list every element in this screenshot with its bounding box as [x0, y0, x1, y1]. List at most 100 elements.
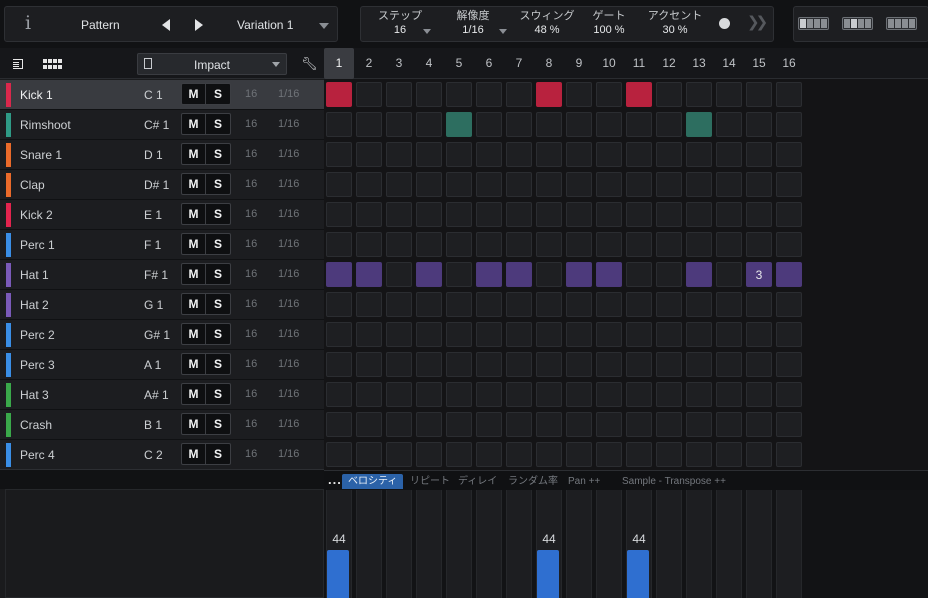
step-cell[interactable] [656, 112, 682, 137]
step-cell[interactable] [356, 442, 382, 467]
solo-button[interactable]: S [206, 264, 230, 284]
step-cell-on[interactable] [446, 112, 472, 137]
step-cell[interactable] [626, 142, 652, 167]
velocity-bar[interactable] [537, 550, 559, 598]
track-row[interactable]: Hat 2 G 1 M S 16 1/16 [0, 290, 324, 320]
step-cell[interactable] [656, 322, 682, 347]
track-resolution[interactable]: 1/16 [278, 388, 299, 400]
step-cell[interactable] [776, 412, 802, 437]
step-cell[interactable] [356, 322, 382, 347]
step-cell[interactable] [536, 292, 562, 317]
more-options-button[interactable]: ... [328, 472, 342, 487]
step-cell[interactable] [596, 442, 622, 467]
view-mode-1-button[interactable] [798, 17, 829, 30]
step-cell[interactable] [596, 202, 622, 227]
step-number[interactable]: 4 [414, 48, 444, 79]
step-cell[interactable] [566, 142, 592, 167]
velocity-lane[interactable] [446, 490, 472, 598]
step-cell-on[interactable] [476, 262, 502, 287]
track-steps[interactable]: 16 [245, 358, 257, 370]
step-cell[interactable] [686, 172, 712, 197]
step-cell[interactable] [326, 142, 352, 167]
step-number[interactable]: 9 [564, 48, 594, 79]
step-cell[interactable] [686, 352, 712, 377]
step-cell[interactable] [626, 112, 652, 137]
step-cell[interactable] [596, 232, 622, 257]
step-cell[interactable] [446, 172, 472, 197]
velocity-lane[interactable] [716, 490, 742, 598]
step-cell[interactable] [746, 142, 772, 167]
step-cell[interactable] [746, 382, 772, 407]
track-row[interactable]: Perc 2 G# 1 M S 16 1/16 [0, 320, 324, 350]
step-cell[interactable] [536, 352, 562, 377]
step-cell[interactable] [776, 442, 802, 467]
step-cell[interactable] [476, 82, 502, 107]
step-cell-on[interactable] [566, 262, 592, 287]
solo-button[interactable]: S [206, 144, 230, 164]
step-cell[interactable] [716, 232, 742, 257]
track-resolution[interactable]: 1/16 [278, 118, 299, 130]
step-cell[interactable] [776, 172, 802, 197]
variation-dropdown-icon[interactable] [319, 23, 329, 29]
step-number[interactable]: 15 [744, 48, 774, 79]
step-cell[interactable] [746, 172, 772, 197]
track-resolution[interactable]: 1/16 [278, 148, 299, 160]
step-cell[interactable] [536, 412, 562, 437]
step-cell[interactable] [656, 82, 682, 107]
step-cell[interactable] [716, 382, 742, 407]
track-row[interactable]: Perc 3 A 1 M S 16 1/16 [0, 350, 324, 380]
step-cell[interactable] [386, 382, 412, 407]
steps-dropdown-icon[interactable] [423, 29, 431, 34]
step-cell[interactable] [596, 412, 622, 437]
step-cell[interactable] [356, 112, 382, 137]
solo-button[interactable]: S [206, 324, 230, 344]
step-cell[interactable] [776, 142, 802, 167]
step-cell[interactable] [746, 442, 772, 467]
track-resolution[interactable]: 1/16 [278, 88, 299, 100]
step-cell[interactable] [356, 382, 382, 407]
step-cell[interactable] [716, 322, 742, 347]
step-cell[interactable] [776, 232, 802, 257]
step-cell[interactable] [746, 412, 772, 437]
step-cell[interactable] [326, 322, 352, 347]
mute-button[interactable]: M [182, 114, 206, 134]
mute-button[interactable]: M [182, 384, 206, 404]
step-cell[interactable] [656, 202, 682, 227]
step-cell[interactable] [476, 172, 502, 197]
param-swing[interactable]: スウィング 48 % [513, 10, 581, 38]
step-cell[interactable] [416, 322, 442, 347]
step-cell[interactable] [716, 202, 742, 227]
step-cell[interactable] [626, 442, 652, 467]
step-cell[interactable] [326, 292, 352, 317]
step-cell[interactable] [626, 232, 652, 257]
resolution-dropdown-icon[interactable] [499, 29, 507, 34]
step-cell[interactable] [776, 112, 802, 137]
step-number[interactable]: 13 [684, 48, 714, 79]
step-cell[interactable] [566, 382, 592, 407]
step-cell-on[interactable]: 3 [746, 262, 772, 287]
velocity-bar[interactable] [327, 550, 349, 598]
step-cell[interactable] [746, 322, 772, 347]
mute-button[interactable]: M [182, 444, 206, 464]
next-variation-arrow-icon[interactable] [195, 19, 203, 31]
step-cell[interactable] [716, 442, 742, 467]
step-number[interactable]: 5 [444, 48, 474, 79]
step-cell[interactable] [416, 382, 442, 407]
track-steps[interactable]: 16 [245, 388, 257, 400]
step-cell[interactable] [626, 262, 652, 287]
step-cell[interactable] [476, 142, 502, 167]
track-steps[interactable]: 16 [245, 208, 257, 220]
step-cell[interactable] [386, 112, 412, 137]
step-cell[interactable] [506, 232, 532, 257]
step-cell[interactable] [386, 442, 412, 467]
step-cell[interactable] [626, 412, 652, 437]
step-cell[interactable] [596, 382, 622, 407]
track-resolution[interactable]: 1/16 [278, 208, 299, 220]
info-icon[interactable]: i [25, 12, 31, 34]
solo-button[interactable]: S [206, 444, 230, 464]
step-cell-on[interactable] [356, 262, 382, 287]
step-cell[interactable] [326, 202, 352, 227]
track-steps[interactable]: 16 [245, 88, 257, 100]
step-number[interactable]: 16 [774, 48, 804, 79]
step-cell[interactable] [506, 202, 532, 227]
